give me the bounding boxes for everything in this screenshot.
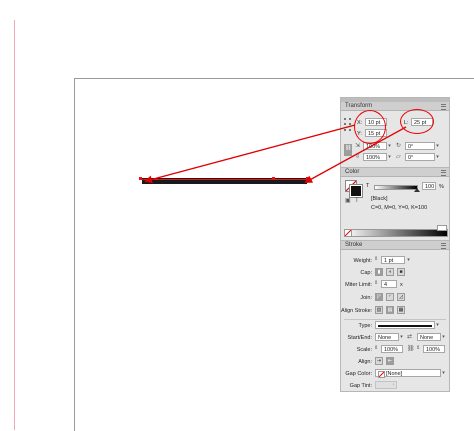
- annotation-arrows: [144, 124, 407, 184]
- arrow-to-line-end: [304, 126, 407, 183]
